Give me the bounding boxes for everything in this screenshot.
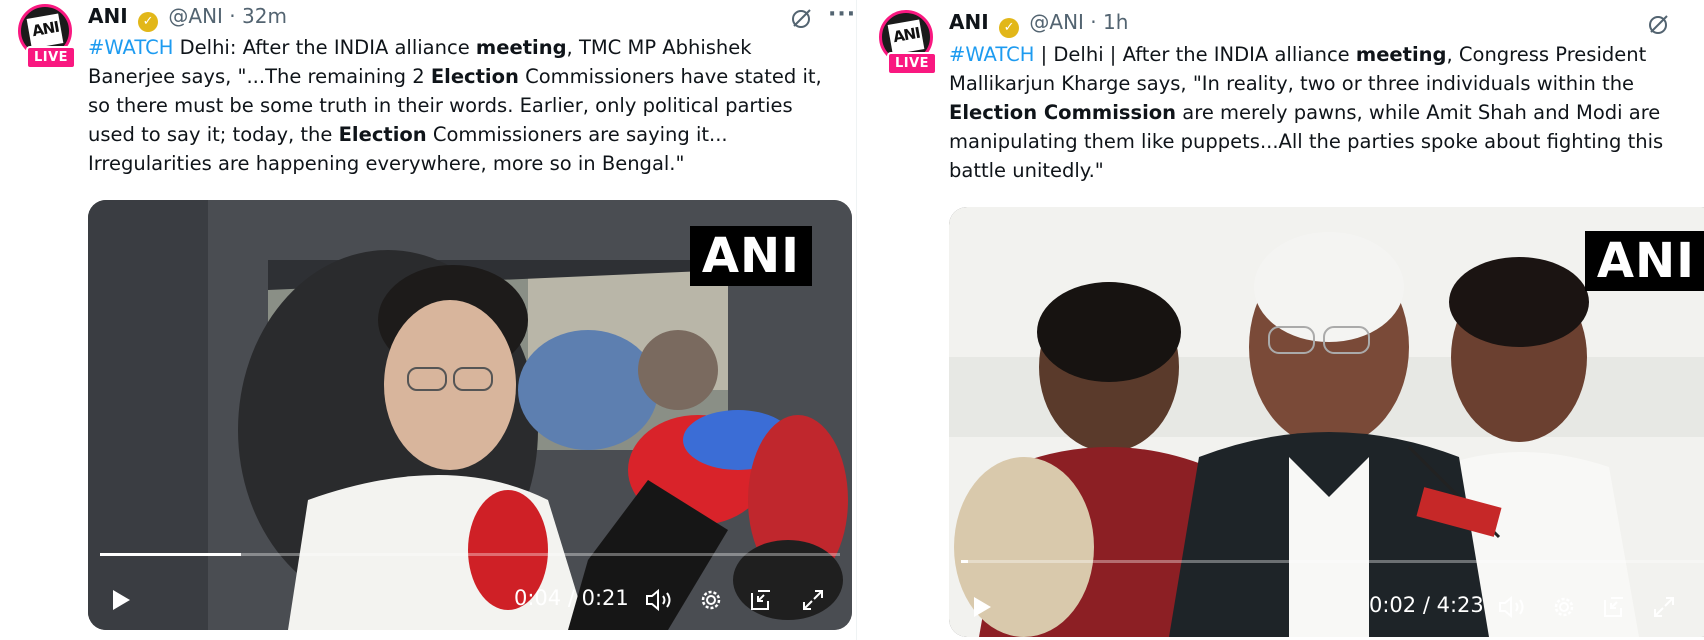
highlight-term: Election Commission <box>949 101 1177 124</box>
progress-bar[interactable] <box>961 560 1704 563</box>
grok-icon[interactable] <box>790 6 814 30</box>
hashtag-link[interactable]: #WATCH <box>949 43 1034 66</box>
verified-badge-icon: ✓ <box>999 18 1020 38</box>
tweet-time[interactable]: 32m <box>242 4 287 28</box>
time-separator: / <box>567 586 575 610</box>
tweet-body: #WATCH Delhi: After the INDIA alliance m… <box>88 33 838 178</box>
duration: 4:23 <box>1436 593 1484 617</box>
gear-icon[interactable] <box>1551 594 1577 620</box>
time-separator: / <box>1422 593 1430 617</box>
author-name[interactable]: ANI <box>949 10 989 34</box>
more-icon[interactable]: ··· <box>828 2 856 27</box>
current-time: 0:02 <box>1369 593 1417 617</box>
tweet-body: #WATCH | Delhi | After the INDIA allianc… <box>949 40 1699 185</box>
author-name[interactable]: ANI <box>88 4 128 28</box>
fullscreen-icon[interactable] <box>800 587 826 613</box>
play-icon[interactable] <box>108 587 134 613</box>
author-avatar[interactable]: ANI LIVE <box>879 10 938 82</box>
progress-bar[interactable] <box>100 553 840 556</box>
live-badge: LIVE <box>26 46 77 69</box>
channel-watermark: ANI <box>1584 231 1704 291</box>
verified-badge-icon: ✓ <box>138 12 159 32</box>
text-segment: | Delhi | After the INDIA alliance <box>1034 43 1356 66</box>
volume-icon[interactable] <box>644 586 674 614</box>
fullscreen-icon[interactable] <box>1651 594 1677 620</box>
author-handle[interactable]: @ANI <box>1029 10 1084 34</box>
dot-separator: · <box>229 4 236 28</box>
dock-icon[interactable] <box>748 587 774 613</box>
gear-icon[interactable] <box>698 587 724 613</box>
author-handle[interactable]: @ANI <box>168 4 223 28</box>
hashtag-link[interactable]: #WATCH <box>88 36 173 59</box>
duration: 0:21 <box>581 586 629 610</box>
text-segment: Delhi: After the INDIA alliance <box>173 36 476 59</box>
tweet-time[interactable]: 1h <box>1103 10 1128 34</box>
live-badge: LIVE <box>887 52 938 75</box>
grok-icon[interactable] <box>1647 12 1671 36</box>
highlight-term: meeting <box>1355 43 1447 66</box>
volume-icon[interactable] <box>1497 593 1527 621</box>
channel-watermark: ANI <box>689 226 812 286</box>
play-icon[interactable] <box>969 594 995 620</box>
tweet-header: ANI ✓ @ANI · 1h <box>949 10 1128 38</box>
progress-fill <box>100 553 241 556</box>
tweet-card-2[interactable]: ANI LIVE ANI ✓ @ANI · 1h #WATCH | Delhi … <box>856 0 1704 640</box>
highlight-term: Election <box>430 65 519 88</box>
dock-icon[interactable] <box>1601 594 1627 620</box>
tweet-header: ANI ✓ @ANI · 32m <box>88 4 287 32</box>
current-time: 0:04 <box>514 586 562 610</box>
video-timecode: 0:02 / 4:23 <box>1369 593 1484 617</box>
highlight-term: meeting <box>475 36 567 59</box>
video-player[interactable]: ANI 0:02 / 4:23 <box>949 207 1704 637</box>
progress-fill <box>961 560 969 563</box>
video-player[interactable]: ANI 0:04 / 0:21 <box>88 200 852 630</box>
highlight-term: Election <box>338 123 427 146</box>
tweet-card-1[interactable]: ANI LIVE ANI ✓ @ANI · 32m ··· #WATCH Del… <box>0 0 856 640</box>
dot-separator: · <box>1090 10 1097 34</box>
author-avatar[interactable]: ANI LIVE <box>18 4 77 76</box>
video-timecode: 0:04 / 0:21 <box>514 586 629 610</box>
